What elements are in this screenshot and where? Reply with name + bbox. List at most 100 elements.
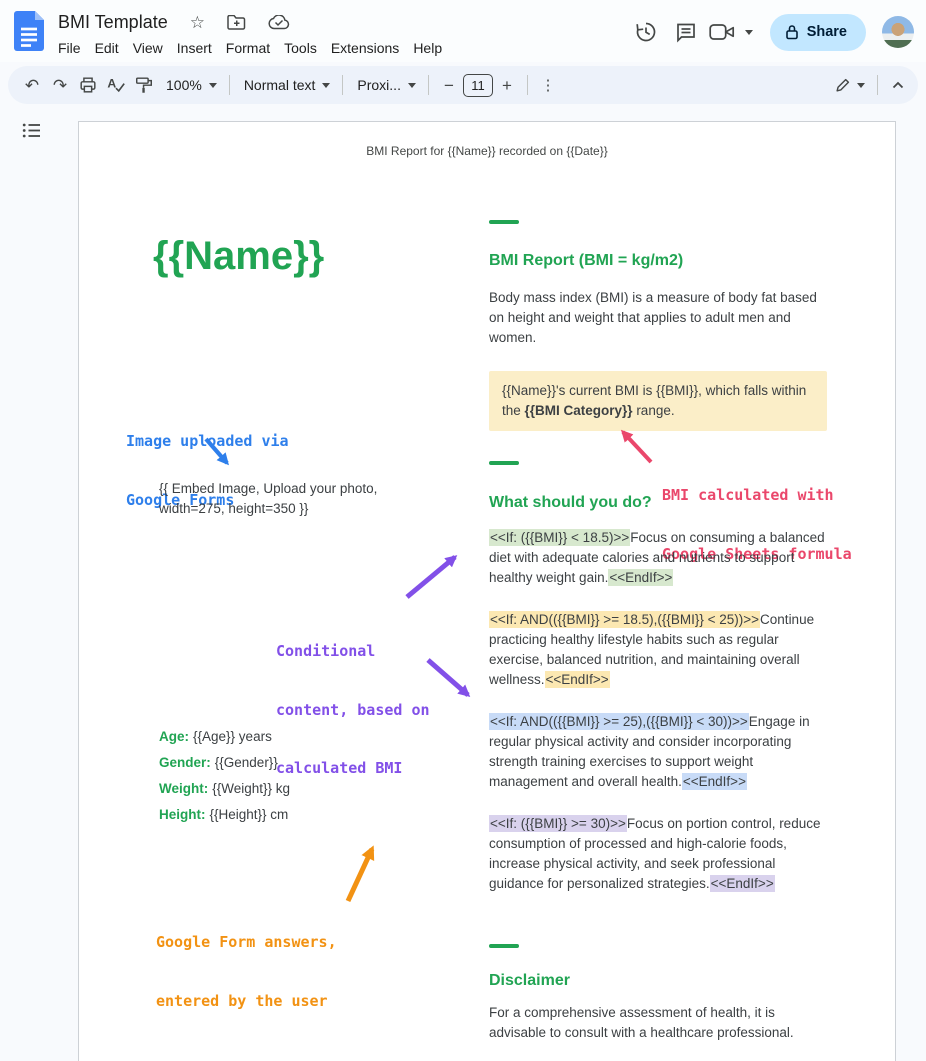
increase-font-size-button[interactable]: + <box>493 71 521 99</box>
redo-icon: ↷ <box>53 77 67 94</box>
comments-button[interactable] <box>666 12 706 52</box>
endif-tag: <<EndIf>> <box>710 875 775 892</box>
lock-icon <box>785 24 799 40</box>
decrease-font-size-button[interactable]: − <box>435 71 463 99</box>
pen-icon <box>834 76 852 94</box>
topbar: BMI Template ☆ File Edit View Insert <box>0 0 926 62</box>
disclaimer-text: For a comprehensive assessment of health… <box>489 1003 827 1043</box>
section-rule <box>489 220 519 224</box>
disclaimer-heading: Disclaimer <box>489 972 570 990</box>
chevron-up-icon <box>890 77 906 93</box>
google-docs-logo[interactable] <box>14 11 44 51</box>
stat-height: Height:{{Height}} cm <box>159 807 290 833</box>
chevron-down-icon <box>209 83 217 92</box>
paint-format-button[interactable] <box>130 71 158 99</box>
print-button[interactable] <box>74 71 102 99</box>
if-tag: <<If: ({{BMI}} < 18.5)>> <box>489 529 630 546</box>
hide-menus-button[interactable] <box>884 71 912 99</box>
if-tag: <<If: AND(({{BMI}} >= 18.5),({{BMI}} < 2… <box>489 611 760 628</box>
menu-tools[interactable]: Tools <box>277 38 324 58</box>
toolbar-divider <box>877 75 878 95</box>
font-select[interactable]: Proxi... <box>349 71 422 99</box>
undo-icon: ↶ <box>25 77 39 94</box>
section-rule <box>489 944 519 948</box>
toolbar-divider <box>229 75 230 95</box>
svg-text:A: A <box>107 77 116 91</box>
docs-icon <box>14 11 44 51</box>
document-page[interactable]: BMI Report for {{Name}} recorded on {{Da… <box>78 121 896 1061</box>
if-tag: <<If: ({{BMI}} >= 30)>> <box>489 815 627 832</box>
menu-insert[interactable]: Insert <box>170 38 219 58</box>
endif-tag: <<EndIf>> <box>545 671 610 688</box>
undo-button[interactable]: ↶ <box>18 71 46 99</box>
outline-icon <box>22 122 41 139</box>
zoom-value: 100% <box>164 77 204 93</box>
minus-icon: − <box>444 77 454 94</box>
menu-help[interactable]: Help <box>406 38 449 58</box>
account-avatar[interactable] <box>882 16 914 48</box>
bmi-report-heading: BMI Report (BMI = kg/m2) <box>489 252 683 270</box>
print-icon <box>78 75 98 95</box>
menu-edit[interactable]: Edit <box>88 38 126 58</box>
page-header-text: BMI Report for {{Name}} recorded on {{Da… <box>79 144 895 158</box>
paint-roller-icon <box>134 75 154 95</box>
plus-icon: + <box>502 77 512 94</box>
document-title[interactable]: BMI Template <box>58 12 168 33</box>
menu-bar: File Edit View Insert Format Tools Exten… <box>51 35 449 60</box>
spellcheck-icon: A <box>106 75 126 95</box>
history-icon <box>634 20 658 44</box>
editing-mode-select[interactable] <box>828 71 871 99</box>
advice-overweight: <<If: AND(({{BMI}} >= 25),({{BMI}} < 30)… <box>489 712 827 792</box>
red-arrow <box>611 424 657 468</box>
chevron-down-icon <box>322 83 330 92</box>
move-to-folder-icon[interactable] <box>227 15 246 30</box>
document-canvas: BMI Report for {{Name}} recorded on {{Da… <box>0 108 926 1061</box>
paragraph-style-select[interactable]: Normal text <box>236 71 337 99</box>
embed-image-placeholder: {{ Embed Image, Upload your photo, width… <box>159 479 459 519</box>
menu-file[interactable]: File <box>51 38 88 58</box>
bmi-result-box: {{Name}}'s current BMI is {{BMI}}, which… <box>489 371 827 431</box>
blue-arrow <box>201 435 243 475</box>
more-toolbar-options-button[interactable]: ⋮ <box>534 71 562 99</box>
cloud-status-icon[interactable] <box>268 15 290 30</box>
form-answer-stats: Age:{{Age}} years Gender:{{Gender}} Weig… <box>159 729 290 833</box>
advice-obese: <<If: ({{BMI}} >= 30)>>Focus on portion … <box>489 814 827 894</box>
menu-view[interactable]: View <box>126 38 170 58</box>
share-label: Share <box>807 24 847 40</box>
advice-normal: <<If: AND(({{BMI}} >= 18.5),({{BMI}} < 2… <box>489 610 827 690</box>
stat-weight: Weight:{{Weight}} kg <box>159 781 290 807</box>
font-name-value: Proxi... <box>355 77 403 93</box>
menu-format[interactable]: Format <box>219 38 277 58</box>
join-call-button[interactable] <box>706 12 738 52</box>
show-outline-button[interactable] <box>16 117 46 147</box>
call-options-dropdown[interactable] <box>738 12 756 52</box>
stat-gender: Gender:{{Gender}} <box>159 755 290 781</box>
endif-tag: <<EndIf>> <box>682 773 747 790</box>
font-size-input[interactable]: 11 <box>463 74 493 97</box>
vertical-dots-icon: ⋮ <box>540 76 555 94</box>
version-history-button[interactable] <box>626 12 666 52</box>
video-camera-icon <box>709 23 735 41</box>
share-button[interactable]: Share <box>770 14 866 51</box>
toolbar: ↶ ↷ A 100% Normal text Proxi... − 11 <box>8 66 918 104</box>
orange-arrow <box>334 835 386 909</box>
stat-age: Age:{{Age}} years <box>159 729 290 755</box>
bmi-intro-paragraph: Body mass index (BMI) is a measure of bo… <box>489 288 827 348</box>
purple-arrow-up <box>401 545 467 605</box>
redo-button[interactable]: ↷ <box>46 71 74 99</box>
section-rule <box>489 461 519 465</box>
comment-icon <box>674 20 698 44</box>
annotation-conditional-content: Conditional content, based on calculated… <box>276 603 430 818</box>
zoom-select[interactable]: 100% <box>158 71 223 99</box>
spell-check-button[interactable]: A <box>102 71 130 99</box>
what-should-you-do-heading: What should you do? <box>489 494 652 512</box>
chevron-down-icon <box>857 83 865 92</box>
if-tag: <<If: AND(({{BMI}} >= 25),({{BMI}} < 30)… <box>489 713 749 730</box>
purple-arrow-down <box>423 655 481 707</box>
chevron-down-icon <box>745 30 753 39</box>
endif-tag: <<EndIf>> <box>608 569 673 586</box>
menu-extensions[interactable]: Extensions <box>324 38 406 58</box>
star-icon[interactable]: ☆ <box>190 14 205 31</box>
annotation-google-form-answers: Google Form answers, entered by the user <box>156 894 337 1050</box>
toolbar-divider <box>428 75 429 95</box>
